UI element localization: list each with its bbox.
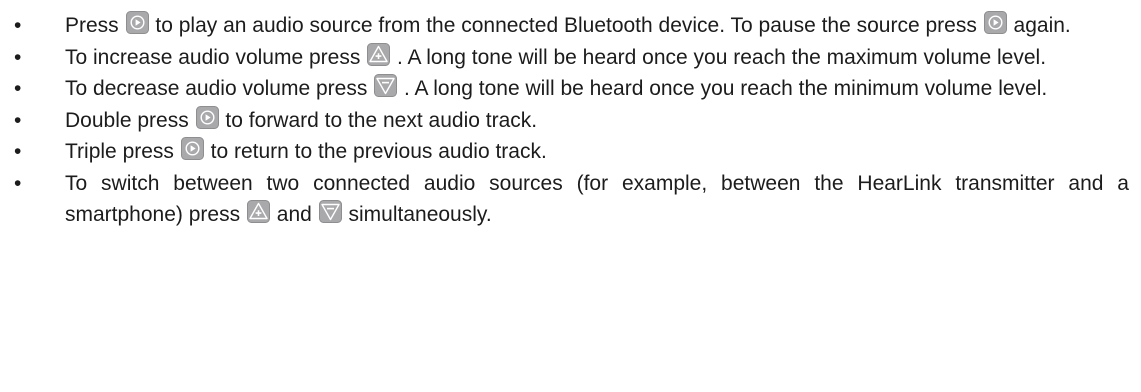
item-text: Press bbox=[65, 14, 119, 37]
bullet-dot: • bbox=[14, 45, 22, 69]
play-icon bbox=[983, 11, 1007, 34]
list-item: • To decrease audio volume press . A lon… bbox=[0, 73, 1129, 105]
volume-down-icon bbox=[374, 74, 398, 97]
item-text: To decrease audio volume press bbox=[65, 77, 368, 100]
list-item: • Press to play an audio source from the… bbox=[0, 10, 1129, 42]
bullet-dot: • bbox=[14, 171, 22, 195]
item-text: . A long tone will be heard once you rea… bbox=[397, 45, 1047, 69]
bullet-dot: • bbox=[14, 140, 22, 163]
document-page: • Press to play an audio source from the… bbox=[0, 0, 1141, 392]
volume-up-icon bbox=[246, 200, 270, 223]
item-text: Triple press bbox=[65, 140, 174, 163]
play-icon bbox=[180, 137, 204, 160]
item-text: to play an audio source from the connect… bbox=[155, 14, 977, 37]
play-icon bbox=[195, 105, 219, 129]
list-item: • To increase audio volume press . A lon… bbox=[0, 42, 1129, 74]
bullet-list: • Press to play an audio source from the… bbox=[0, 10, 1129, 231]
list-item: • Triple press to return to the previous… bbox=[0, 136, 1129, 168]
item-text: simultaneously. bbox=[348, 203, 492, 226]
play-icon bbox=[125, 11, 149, 34]
item-text: To switch between two connected audio so… bbox=[65, 171, 1129, 227]
bullet-dot: • bbox=[14, 77, 22, 100]
volume-down-icon bbox=[318, 200, 342, 223]
item-text: To increase audio volume press bbox=[65, 45, 361, 69]
item-text: Double press bbox=[65, 108, 189, 132]
item-text: to return to the previous audio track. bbox=[210, 140, 547, 163]
item-text: and bbox=[276, 203, 312, 226]
bullet-dot: • bbox=[14, 108, 22, 132]
volume-up-icon bbox=[367, 42, 391, 66]
item-text: . A long tone will be heard once you rea… bbox=[404, 77, 1048, 100]
bullet-dot: • bbox=[14, 14, 22, 37]
list-item: • Double press to forward to the next au… bbox=[0, 105, 1129, 137]
item-text: again. bbox=[1013, 14, 1071, 37]
item-text: to forward to the next audio track. bbox=[225, 108, 538, 132]
list-item: • To switch between two connected audio … bbox=[0, 168, 1129, 231]
